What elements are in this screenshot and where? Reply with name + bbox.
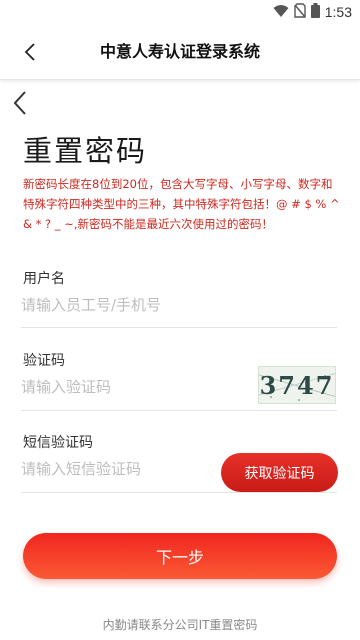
password-rules: 新密码长度在8位到20位，包含大写字母、小写字母、数字和特殊字符四种类型中的三种… bbox=[23, 177, 340, 231]
username-label: 用户名 bbox=[23, 271, 65, 287]
captcha-text: 3747 bbox=[259, 370, 335, 400]
status-icons: 1:53 bbox=[273, 2, 352, 22]
wifi-icon bbox=[273, 3, 289, 22]
app-bar: 中意人寿认证登录系统 bbox=[0, 24, 360, 80]
divider bbox=[21, 327, 337, 328]
divider bbox=[21, 410, 337, 411]
footer-note: 内勤请联系分公司IT重置密码 bbox=[102, 618, 258, 632]
captcha-label: 验证码 bbox=[23, 353, 65, 369]
chevron-left-icon bbox=[24, 43, 35, 61]
page-title: 重置密码 bbox=[23, 134, 148, 168]
page-back-button[interactable] bbox=[6, 88, 34, 118]
captcha-image[interactable]: 3747 bbox=[258, 366, 336, 404]
app-bar-title: 中意人寿认证登录系统 bbox=[99, 42, 260, 61]
sms-code-input[interactable] bbox=[21, 457, 241, 481]
next-button[interactable]: 下一步 bbox=[23, 533, 337, 579]
no-sim-icon bbox=[294, 2, 306, 22]
status-bar: 1:53 bbox=[0, 0, 360, 24]
sms-code-label: 短信验证码 bbox=[23, 435, 93, 451]
battery-icon bbox=[310, 2, 320, 22]
get-sms-code-button[interactable]: 获取验证码 bbox=[221, 453, 338, 492]
app-bar-back-button[interactable] bbox=[16, 38, 44, 66]
status-time: 1:53 bbox=[324, 4, 352, 20]
username-input[interactable] bbox=[21, 293, 241, 317]
divider bbox=[21, 492, 337, 493]
chevron-left-icon bbox=[13, 91, 26, 115]
captcha-input[interactable] bbox=[21, 375, 241, 399]
